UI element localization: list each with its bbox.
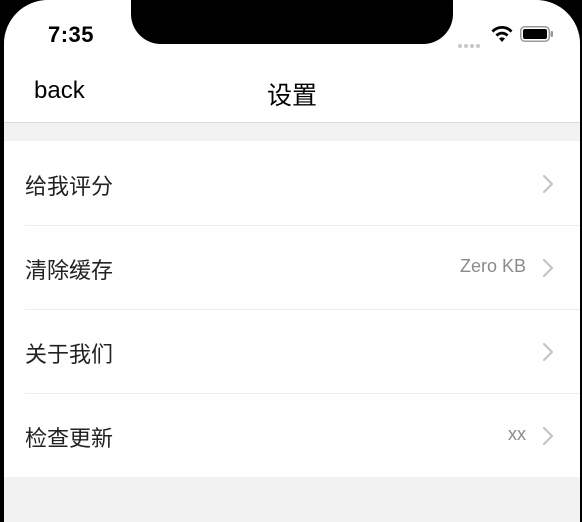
page-title: 设置 xyxy=(266,82,317,110)
notch xyxy=(131,0,453,44)
status-time: 7:35 xyxy=(48,22,95,47)
settings-row-rate[interactable]: 给我评分 xyxy=(4,141,580,225)
settings-row-clear-cache[interactable]: 清除缓存 Zero KB xyxy=(4,225,580,309)
row-label: 关于我们 xyxy=(25,342,114,367)
row-label: 清除缓存 xyxy=(25,258,114,283)
wifi-icon xyxy=(491,26,513,42)
chevron-right-icon xyxy=(542,258,554,278)
row-label: 给我评分 xyxy=(25,174,114,199)
battery-icon xyxy=(520,26,553,42)
phone-screen: 7:35 back 设置 给我评分 清除缓存 Zero KB 关于我们 检查更新… xyxy=(4,0,580,522)
signal-dots-icon xyxy=(458,35,488,48)
chevron-right-icon xyxy=(542,342,554,362)
settings-row-check-update[interactable]: 检查更新 xx xyxy=(4,393,580,477)
row-label: 检查更新 xyxy=(25,426,114,451)
version-value: xx xyxy=(508,424,526,444)
chevron-right-icon xyxy=(542,174,554,194)
status-bar: 7:35 xyxy=(4,0,580,64)
chevron-right-icon xyxy=(542,426,554,446)
settings-list: 给我评分 清除缓存 Zero KB 关于我们 检查更新 xx xyxy=(4,141,580,477)
settings-row-about[interactable]: 关于我们 xyxy=(4,309,580,393)
navigation-bar: back 设置 xyxy=(4,64,580,123)
cache-size-value: Zero KB xyxy=(459,256,526,276)
